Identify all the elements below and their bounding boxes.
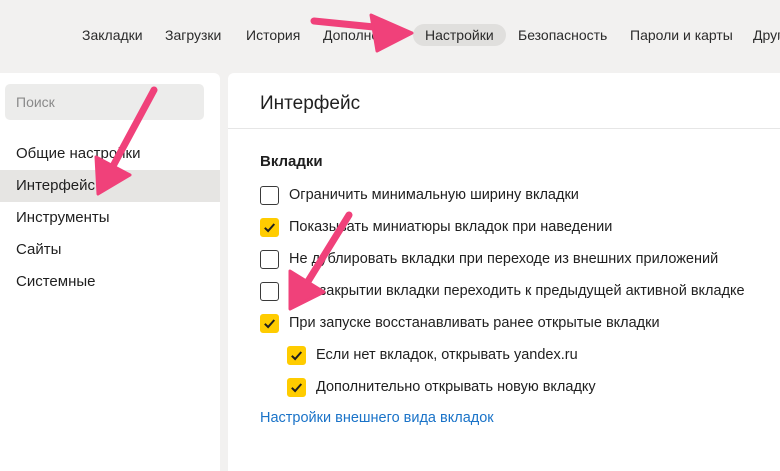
checkbox[interactable] [260, 185, 279, 205]
checkmark-icon [264, 222, 276, 232]
tab-security[interactable]: Безопасность [506, 24, 619, 46]
checkbox[interactable] [287, 345, 306, 365]
top-navigation: Закладки Загрузки История Дополнения Нас… [0, 0, 780, 70]
checkbox[interactable] [260, 217, 279, 237]
header-divider [228, 128, 780, 129]
tab-extensions[interactable]: Дополнения [311, 24, 407, 46]
option-label: Если нет вкладок, открывать yandex.ru [316, 347, 578, 363]
tab-appearance-settings-link[interactable]: Настройки внешнего вида вкладок [260, 410, 494, 426]
sidebar-item-system[interactable]: Системные [0, 266, 220, 298]
sidebar-item-interface[interactable]: Интерфейс [0, 170, 220, 202]
option-label: Не дублировать вкладки при переходе из в… [289, 251, 719, 267]
sidebar-item-general[interactable]: Общие настройки [0, 138, 220, 170]
checkbox[interactable] [260, 313, 279, 333]
checkmark-icon [264, 318, 276, 328]
tab-history[interactable]: История [234, 24, 312, 46]
tab-passwords-cards[interactable]: Пароли и карты [618, 24, 745, 46]
sidebar-item-sites[interactable]: Сайты [0, 234, 220, 266]
option-label: При запуске восстанавливать ранее открыт… [289, 315, 660, 331]
tab-other[interactable]: Другие [741, 24, 780, 46]
checkbox[interactable] [260, 281, 279, 301]
sidebar-item-tools[interactable]: Инструменты [0, 202, 220, 234]
option-label: Дополнительно открывать новую вкладку [316, 379, 596, 395]
option-label: Ограничить минимальную ширину вкладки [289, 187, 579, 203]
checkmark-icon [291, 350, 303, 360]
checkbox[interactable] [287, 377, 306, 397]
checkbox[interactable] [260, 249, 279, 269]
tab-bookmarks[interactable]: Закладки [70, 24, 155, 46]
option-restore-tabs-on-start[interactable]: При запуске восстанавливать ранее открыт… [260, 312, 660, 334]
option-label: Показывать миниатюры вкладок при наведен… [289, 219, 613, 235]
option-open-yandex-if-no-tabs[interactable]: Если нет вкладок, открывать yandex.ru [287, 344, 578, 366]
settings-main-panel: Интерфейс Вкладки Ограничить минимальную… [228, 73, 780, 471]
section-title-tabs: Вкладки [260, 153, 323, 170]
option-show-tab-thumbnails[interactable]: Показывать миниатюры вкладок при наведен… [260, 216, 612, 238]
option-no-duplicate-tabs[interactable]: Не дублировать вкладки при переходе из в… [260, 248, 718, 270]
tab-downloads[interactable]: Загрузки [153, 24, 233, 46]
option-open-new-tab-additionally[interactable]: Дополнительно открывать новую вкладку [287, 376, 596, 398]
option-go-to-previous-tab[interactable]: При закрытии вкладки переходить к предыд… [260, 280, 745, 302]
option-label: При закрытии вкладки переходить к предыд… [289, 283, 745, 299]
search-input[interactable] [5, 84, 204, 120]
page-title: Интерфейс [260, 93, 361, 114]
checkmark-icon [291, 382, 303, 392]
option-limit-min-tab-width[interactable]: Ограничить минимальную ширину вкладки [260, 184, 579, 206]
settings-sidebar: Общие настройки Интерфейс Инструменты Са… [0, 73, 220, 471]
tab-settings[interactable]: Настройки [413, 24, 506, 46]
